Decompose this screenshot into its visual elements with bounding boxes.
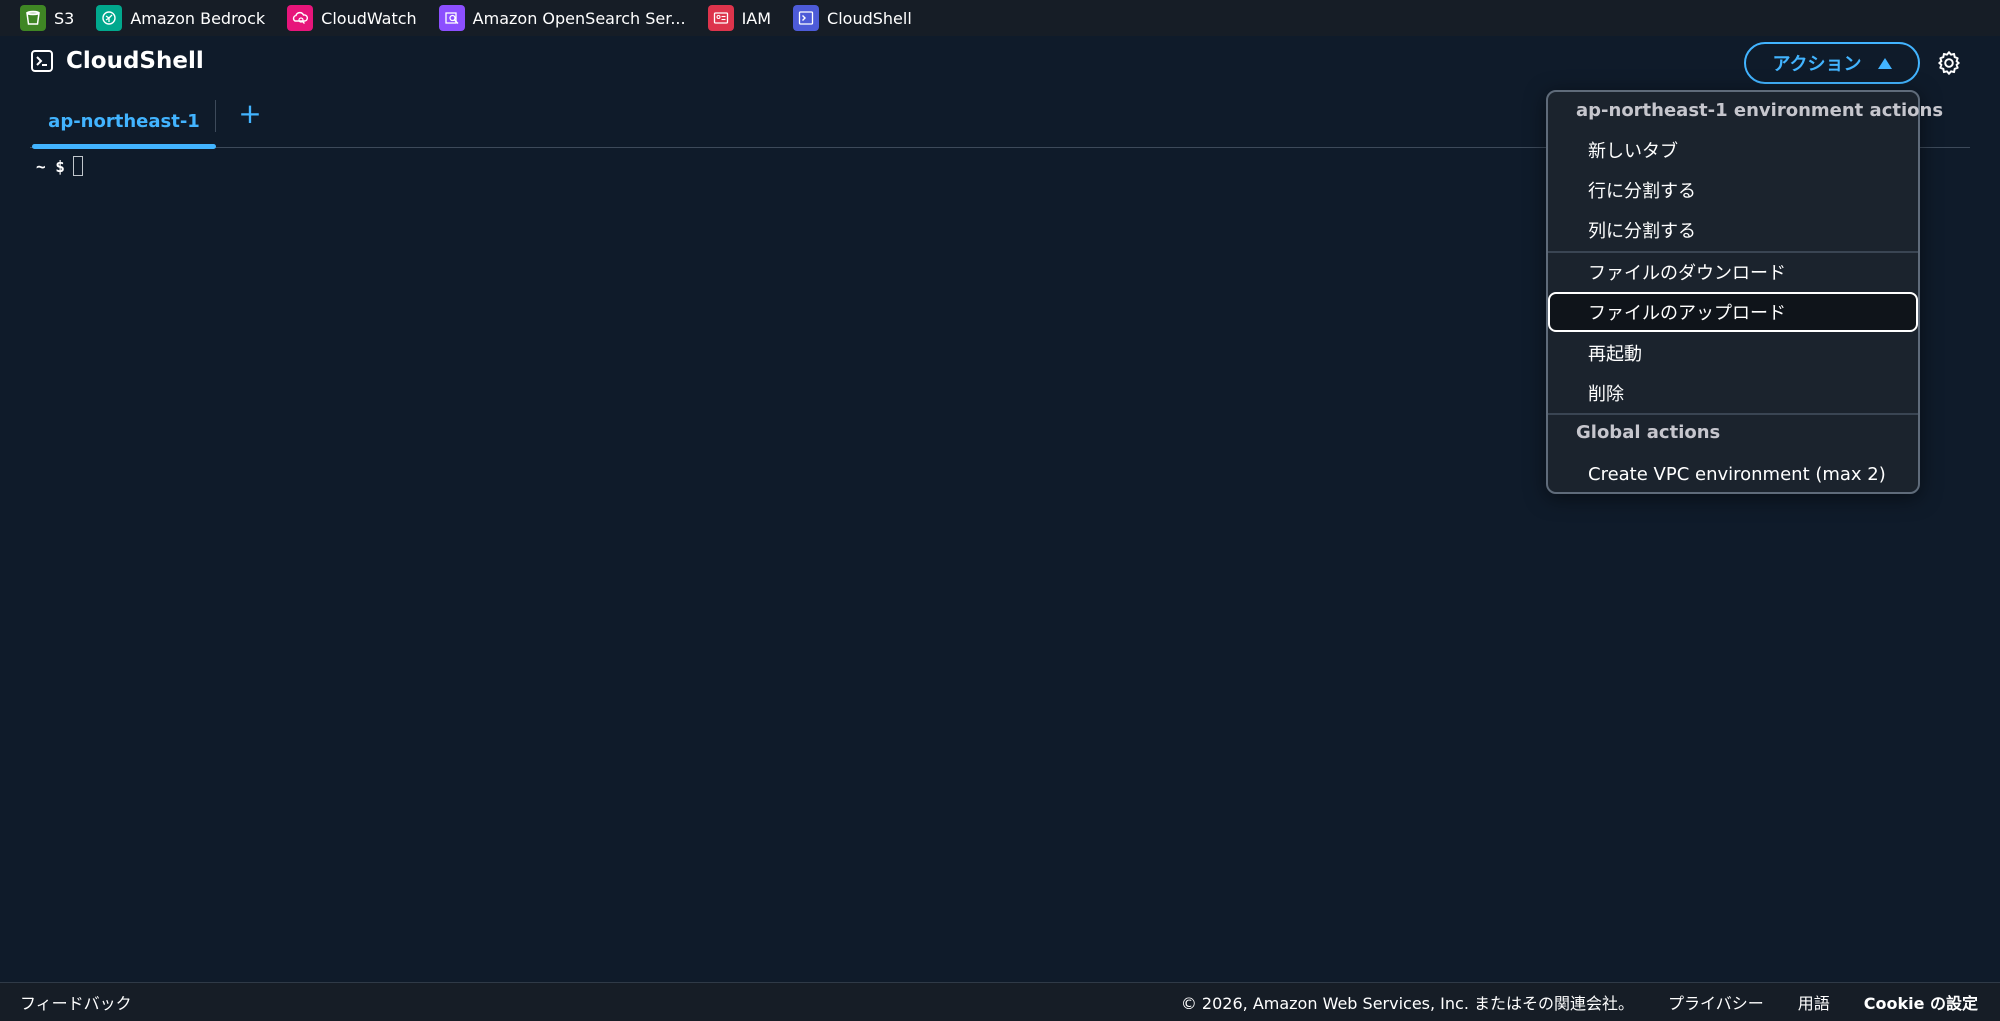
favorites-bar: S3 Amazon Bedrock CloudWatch Amazon Open… (0, 0, 2000, 36)
global-actions-header: Global actions (1576, 422, 1721, 443)
page-title-text: CloudShell (66, 48, 204, 74)
favorite-label: Amazon Bedrock (130, 8, 266, 28)
favorite-label: CloudShell (827, 8, 912, 28)
terminal-icon (31, 50, 53, 72)
actions-button-label: アクション (1772, 54, 1862, 75)
privacy-link[interactable]: プライバシー (1668, 990, 1764, 1014)
terminal-cursor (72, 156, 83, 176)
tab-divider (215, 100, 216, 132)
actions-button[interactable]: アクション (1744, 42, 1920, 84)
favorite-label: S3 (54, 8, 75, 28)
terms-link[interactable]: 用語 (1798, 990, 1830, 1014)
favorite-opensearch[interactable]: Amazon OpenSearch Ser... (438, 5, 686, 31)
page-title: CloudShell (30, 48, 204, 74)
favorite-s3[interactable]: S3 (20, 5, 74, 31)
bedrock-brain-icon (96, 5, 123, 31)
menu-item-create-vpc-environment[interactable]: Create VPC environment (max 2) (1548, 454, 1918, 494)
menu-divider (1548, 413, 1918, 415)
gear-icon[interactable] (1936, 50, 1962, 76)
menu-item-split-rows[interactable]: 行に分割する (1548, 170, 1918, 210)
cloudshell-terminal-icon (793, 5, 820, 31)
favorite-cloudwatch[interactable]: CloudWatch (287, 5, 417, 31)
cloudshell-header: CloudShell アクション (0, 36, 2000, 90)
copyright-text: © 2026, Amazon Web Services, Inc. またはその関… (1180, 994, 1635, 1013)
prompt-text: ~ $ (36, 156, 65, 176)
menu-item-new-tab[interactable]: 新しいタブ (1548, 130, 1918, 170)
footer-links: © 2026, Amazon Web Services, Inc. またはその関… (1147, 990, 1978, 1014)
menu-item-split-columns[interactable]: 列に分割する (1548, 210, 1918, 250)
menu-item-restart[interactable]: 再起動 (1548, 333, 1918, 373)
cookie-settings-link[interactable]: Cookie の設定 (1864, 990, 1978, 1014)
iam-id-card-icon (707, 5, 734, 31)
favorite-iam[interactable]: IAM (707, 5, 772, 31)
actions-dropdown-menu: ap-northeast-1 environment actions 新しいタブ… (1546, 90, 1943, 494)
favorite-label: IAM (741, 8, 772, 28)
environment-actions-header: ap-northeast-1 environment actions (1576, 100, 1944, 121)
terminal-prompt: ~ $ (36, 156, 1536, 176)
s3-bucket-icon (20, 5, 46, 31)
footer: フィードバック © 2026, Amazon Web Services, Inc… (0, 982, 2000, 1021)
tab-label: ap-northeast-1 (48, 111, 200, 132)
menu-item-delete[interactable]: 削除 (1548, 373, 1918, 413)
favorite-label: Amazon OpenSearch Ser... (472, 8, 686, 28)
tab-ap-northeast-1[interactable]: ap-northeast-1 (32, 96, 216, 147)
caret-up-icon (1877, 57, 1892, 69)
add-tab-button[interactable]: + (235, 97, 265, 130)
feedback-link[interactable]: フィードバック (20, 990, 132, 1014)
menu-item-upload-file[interactable]: ファイルのアップロード (1548, 292, 1918, 332)
cloudwatch-icon (287, 5, 314, 31)
active-tab-indicator (32, 144, 216, 149)
menu-item-download-file[interactable]: ファイルのダウンロード (1548, 252, 1918, 292)
favorite-cloudshell[interactable]: CloudShell (793, 5, 912, 31)
favorite-bedrock[interactable]: Amazon Bedrock (96, 5, 265, 31)
favorite-label: CloudWatch (321, 8, 417, 28)
terminal-area[interactable]: ~ $ (36, 156, 1536, 976)
opensearch-icon (438, 5, 465, 31)
